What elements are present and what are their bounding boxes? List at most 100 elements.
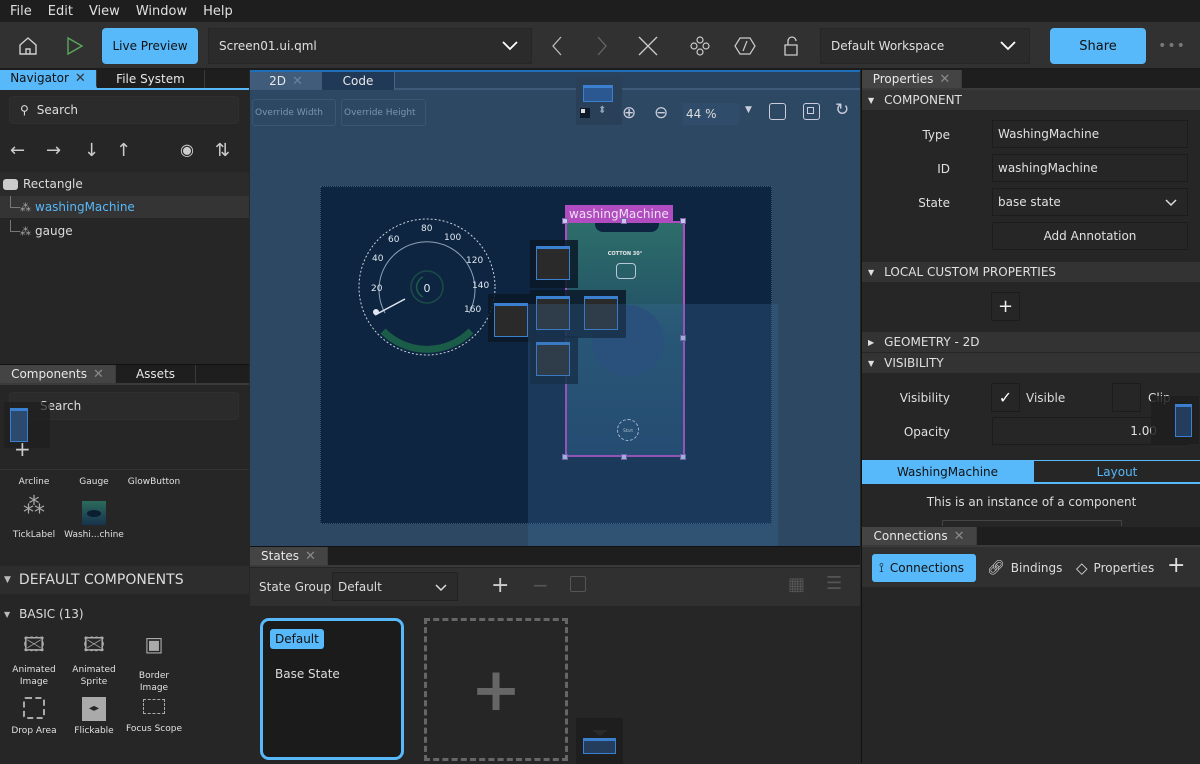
close-icon[interactable]: ✕ [93, 367, 104, 382]
menu-window[interactable]: Window [126, 4, 193, 19]
clip-checkbox[interactable] [1112, 383, 1141, 412]
component-glowbutton[interactable]: GlowButton [124, 476, 184, 488]
resize-handle[interactable] [680, 218, 686, 224]
bindings-mode-button[interactable]: 🔗︎Bindings [987, 554, 1062, 582]
basic-section-header[interactable]: ▼ BASIC (13) [4, 607, 84, 621]
share-button[interactable]: Share [1050, 28, 1146, 64]
close-document-button[interactable] [636, 34, 660, 58]
tab-components[interactable]: Components✕ [0, 365, 116, 383]
add-annotation-button[interactable]: Add Annotation [992, 222, 1188, 250]
lock-button[interactable] [779, 34, 803, 58]
state-group-dropdown[interactable]: Default [332, 572, 458, 601]
component-flickable[interactable]: ◂▸ Flickable [64, 697, 124, 737]
list-view-icon[interactable]: ☰ [826, 573, 842, 594]
properties-mode-button[interactable]: ◇Properties [1076, 554, 1154, 582]
close-icon[interactable]: ✕ [305, 549, 316, 564]
move-left-icon[interactable]: ← [10, 140, 25, 161]
sort-icon[interactable]: ⇅ [215, 140, 230, 161]
tree-row[interactable]: Rectangle [0, 172, 249, 196]
plus-icon: + [998, 296, 1013, 317]
component-arcline[interactable]: Arcline [4, 476, 64, 488]
add-property-button[interactable]: + [991, 292, 1020, 321]
fit-to-view-icon[interactable] [769, 103, 786, 120]
default-components-header[interactable]: ▼ DEFAULT COMPONENTS [0, 566, 249, 594]
border-image-icon: ▣ [124, 638, 184, 670]
tree-row[interactable]: ⁂ gauge [0, 220, 249, 242]
tab-states[interactable]: States✕ [250, 547, 328, 565]
local-custom-properties-header[interactable]: ▼LOCAL CUSTOM PROPERTIES [862, 262, 1200, 282]
zoom-in-icon[interactable]: ⊕ [622, 103, 636, 123]
component-focus-scope[interactable]: Focus Scope [124, 697, 184, 735]
component-ticklabel[interactable]: ⁂ TickLabel [4, 501, 64, 541]
state-dropdown[interactable]: base state [992, 188, 1188, 216]
close-icon[interactable]: ✕ [75, 71, 86, 86]
component-border-image[interactable]: ▣ Border Image [124, 638, 184, 694]
run-button[interactable] [60, 32, 88, 60]
type-field[interactable]: WashingMachine [992, 120, 1188, 148]
document-dropdown[interactable]: Screen01.ui.qml [208, 28, 532, 64]
menu-view[interactable]: View [79, 4, 126, 19]
home-button[interactable] [14, 32, 42, 60]
tab-navigator[interactable]: Navigator✕ [0, 70, 97, 88]
resize-handle[interactable] [621, 218, 627, 224]
back-button[interactable] [545, 34, 569, 58]
move-down-icon[interactable]: ↓ [84, 140, 99, 161]
close-icon[interactable]: ✕ [954, 529, 965, 544]
menu-file[interactable]: File [0, 4, 38, 19]
tab-assets[interactable]: Assets [116, 365, 196, 383]
tree-row[interactable]: ⁂ washingMachine [0, 196, 249, 218]
add-state-icon[interactable]: + [491, 573, 509, 598]
id-field[interactable]: washingMachine [992, 154, 1188, 182]
tab-2d[interactable]: 2D✕ [250, 72, 322, 90]
component-animated-image[interactable]: 🖾 Animated Image [4, 638, 64, 688]
forward-button[interactable] [590, 34, 614, 58]
zoom-level-field[interactable]: 44 % [683, 103, 739, 125]
fit-selected-icon[interactable] [803, 103, 820, 120]
close-icon[interactable]: ✕ [292, 74, 303, 89]
visibility-eye-icon[interactable]: ◉ [180, 140, 194, 159]
move-up-icon[interactable]: ↑ [116, 140, 131, 161]
live-preview-button[interactable]: Live Preview [102, 28, 198, 64]
background-color-icon[interactable] [580, 108, 590, 118]
menu-help[interactable]: Help [193, 4, 239, 19]
add-module-icon[interactable]: + [14, 437, 31, 461]
color-dropdown-icon[interactable]: ⬍ [598, 105, 606, 116]
properties-tabbar: Properties✕ [862, 70, 1200, 88]
subtab-washingmachine[interactable]: WashingMachine [862, 460, 1033, 483]
tab-code[interactable]: Code [322, 72, 395, 90]
remove-state-icon[interactable]: − [532, 573, 549, 597]
state-card-default[interactable]: Default Base State [260, 618, 404, 760]
tab-file-system[interactable]: File System [97, 70, 205, 88]
edit-component-button[interactable] [942, 520, 1122, 526]
go-into-component-button[interactable] [688, 34, 712, 58]
component-drop-area[interactable]: Drop Area [4, 697, 64, 737]
tab-properties[interactable]: Properties✕ [862, 70, 962, 88]
override-height-input[interactable]: Override Height [341, 99, 426, 126]
more-icon[interactable]: ••• [1158, 36, 1186, 56]
move-right-icon[interactable]: → [46, 140, 61, 161]
zoom-out-icon[interactable]: ⊖ [654, 103, 668, 123]
component-washingmachine[interactable]: Washi...chine [64, 501, 124, 541]
add-connection-icon[interactable]: + [1167, 553, 1185, 578]
menu-edit[interactable]: Edit [38, 4, 79, 19]
connections-mode-button[interactable]: ⟟Connections [872, 554, 976, 582]
navigator-search-input[interactable]: ⚲ Search [9, 96, 239, 124]
workspace-dropdown[interactable]: Default Workspace [820, 28, 1030, 64]
visibility-section-header[interactable]: ▼VISIBILITY [862, 353, 1200, 373]
tab-connections[interactable]: Connections✕ [862, 527, 977, 545]
component-gauge[interactable]: Gauge [64, 476, 124, 488]
resize-handle[interactable] [562, 218, 568, 224]
zoom-dropdown-icon[interactable]: ▼ [745, 105, 752, 115]
edit-component-button[interactable] [733, 34, 757, 58]
override-width-input[interactable]: Override Width [252, 99, 336, 126]
close-icon[interactable]: ✕ [939, 72, 950, 87]
subtab-layout[interactable]: Layout [1033, 460, 1200, 483]
add-state-card[interactable]: + [424, 618, 568, 761]
reset-view-icon[interactable]: ↻ [835, 100, 849, 120]
visible-checkbox[interactable]: ✓ [991, 383, 1020, 412]
component-section-header[interactable]: ▼COMPONENT [862, 90, 1200, 110]
component-animated-sprite[interactable]: 🖾 Animated Sprite [64, 638, 124, 688]
edit-state-icon[interactable] [570, 576, 586, 592]
geometry-section-header[interactable]: ▶GEOMETRY - 2D [862, 332, 1200, 352]
grid-view-icon[interactable]: ▦ [788, 574, 805, 595]
